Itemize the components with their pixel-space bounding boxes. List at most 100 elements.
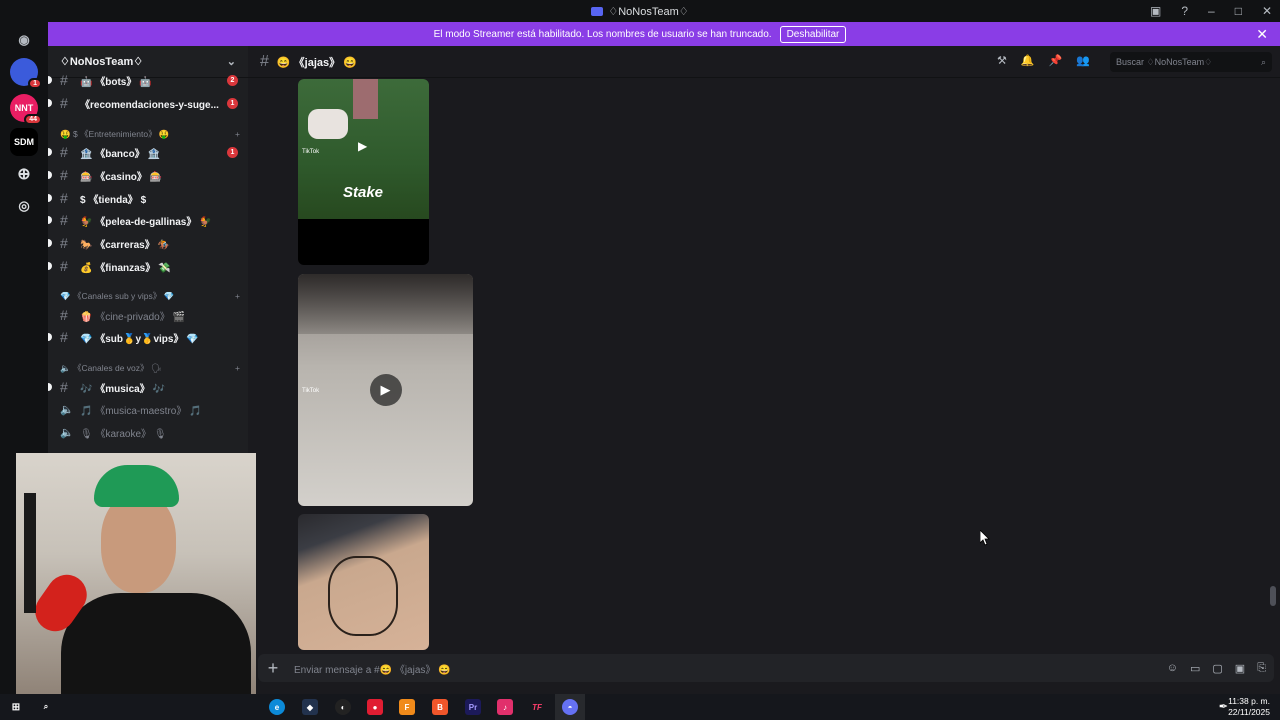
search-icon: ⌕ [1260, 56, 1266, 67]
premiere-icon[interactable]: Pr [465, 699, 481, 715]
channel-item[interactable]: # 🐓 《pelea-de-gallinas》 🐓 [48, 210, 248, 230]
streamer-shirt [61, 593, 251, 706]
channel-item[interactable]: # 💎 《sub🥇y🥇vips》 💎 [48, 327, 248, 347]
mouse-cursor [980, 530, 990, 546]
brave-icon[interactable]: B [432, 699, 448, 715]
unread-dot [48, 239, 52, 247]
fl-studio-icon[interactable]: F [399, 699, 415, 715]
tattoo-drawing [328, 556, 398, 636]
chevron-down-icon: ⌄ [226, 56, 236, 68]
hash-icon: # [60, 258, 68, 274]
disable-button[interactable]: Deshabilitar [779, 25, 847, 43]
discord-home-icon[interactable]: ◉ [10, 26, 38, 54]
image-icon[interactable]: ▣ [1235, 662, 1245, 675]
gif-icon[interactable]: ▭ [1190, 662, 1200, 675]
pin-icon[interactable]: 📌 [1049, 54, 1063, 67]
composer-toolbar: ☺ ▭ ▢ ▣ ⎘ [1167, 662, 1266, 675]
mic-arm [24, 493, 36, 613]
windows-start-icon[interactable]: ⊞ [8, 699, 24, 715]
maximize-button[interactable]: □ [1235, 4, 1242, 18]
server-badge: 44 [24, 114, 42, 125]
minimize-button[interactable]: – [1208, 4, 1215, 18]
server-icon-1[interactable]: 1 [10, 58, 42, 89]
channel-item[interactable]: # $ 《tienda》 $ [48, 188, 248, 208]
channel-item[interactable]: # 🏦 《banco》 🏦 1 [48, 142, 248, 162]
crowd-figures [298, 274, 473, 334]
hash-icon: # [60, 95, 68, 111]
app-icon-red[interactable]: ● [367, 699, 383, 715]
hash-icon: # [260, 52, 269, 70]
channel-item[interactable]: # 💰 《finanzas》 💸 [48, 256, 248, 276]
server-icon-3[interactable]: SDM [10, 128, 38, 156]
explore-icon[interactable]: ◎ [10, 192, 38, 220]
threads-icon[interactable]: ⚒ [997, 54, 1007, 67]
close-icon[interactable]: ✕ [1256, 26, 1268, 43]
tf-icon[interactable]: TF [529, 699, 545, 715]
search-icon[interactable]: ⌕ [38, 699, 54, 715]
tiktok-icon[interactable]: ♪ [497, 699, 513, 715]
streamer-face [101, 493, 176, 593]
image-attachment[interactable] [298, 514, 429, 650]
person-figure [308, 109, 348, 139]
window-title: ♢NoNosTeam♢ [591, 5, 689, 18]
help-icon[interactable]: ? [1181, 4, 1188, 18]
hash-icon: # [60, 144, 68, 160]
voice-channel-item[interactable]: 🔈 🎵 《musica-maestro》 🎵 [48, 399, 248, 419]
tiktok-label: TikTok [302, 149, 320, 155]
stake-logo: Stake [343, 184, 384, 201]
add-server-icon[interactable]: ⊕ [10, 160, 38, 188]
speaker-icon: 🔈 [60, 403, 74, 416]
channel-item[interactable]: # 🍿 《cine-privado》 🎬 [48, 305, 248, 325]
add-channel-icon[interactable]: + [235, 129, 240, 139]
hash-icon: # [60, 329, 68, 345]
channel-item[interactable]: # 《recomendaciones-y-suge... 1 [48, 93, 248, 113]
green-cap [94, 465, 179, 507]
add-attachment-icon[interactable]: + [258, 658, 288, 679]
search-input[interactable]: Buscar ♢NoNosTeam♢ ⌕ [1110, 52, 1272, 72]
unread-dot [48, 148, 52, 156]
window-controls: ▣ ? – □ ✕ [1150, 0, 1272, 22]
taskbar: ⊞ ⌕ e ◆ ◐ ● F B Pr ♪ TF ◓ ✒ 11:38 p. m. … [0, 694, 1280, 720]
mention-badge: 1 [227, 146, 238, 158]
message-input[interactable]: Enviar mensaje a #😄 《jajas》 😄 [294, 661, 451, 676]
channel-item[interactable]: # 🤖 《bots》 🤖 2 [48, 70, 248, 90]
system-clock[interactable]: 11:38 p. m. 22/11/2025 [1228, 696, 1270, 718]
speaker-icon: 🔈 [60, 426, 74, 439]
obs-icon[interactable]: ◐ [335, 699, 351, 715]
unread-dot [48, 194, 52, 202]
webcam-overlay [16, 453, 256, 706]
channel-item[interactable]: # 🎰 《casino》 🎰 [48, 165, 248, 185]
unread-dot [48, 76, 52, 84]
pen-icon[interactable]: ✒ [1219, 700, 1228, 713]
screen-share-icon[interactable]: ▣ [1150, 4, 1161, 18]
channel-item[interactable]: # 🐎 《carreras》 🏇 [48, 233, 248, 253]
server-icon-2[interactable]: NNT 44 [10, 94, 42, 125]
add-channel-icon[interactable]: + [235, 291, 240, 301]
hash-icon: # [60, 307, 68, 323]
channel-item[interactable]: # 🎶 《musica》 🎶 [48, 377, 248, 397]
members-icon[interactable]: 👥 [1076, 54, 1090, 67]
add-channel-icon[interactable]: + [235, 363, 240, 373]
mention-badge: 2 [227, 74, 238, 86]
edge-icon[interactable]: e [269, 699, 285, 715]
unread-dot [48, 216, 52, 224]
category-header[interactable]: 🤑 $ 《Entretenimiento》 🤑 + [60, 127, 240, 141]
close-window-button[interactable]: ✕ [1262, 4, 1272, 18]
scrollbar[interactable] [1270, 586, 1276, 606]
voice-channel-item[interactable]: 🔈 🎙 《karaoke》 🎙 [48, 422, 248, 442]
category-header[interactable]: 💎 《Canales sub y vips》 💎 + [60, 289, 240, 303]
streamer-mode-banner: El modo Streamer está habilitado. Los no… [0, 22, 1280, 46]
banner-text: El modo Streamer está habilitado. Los no… [433, 28, 772, 40]
sticker-icon[interactable]: ▢ [1212, 662, 1222, 675]
message-composer[interactable]: + Enviar mensaje a #😄 《jajas》 😄 ☺ ▭ ▢ ▣ … [258, 654, 1274, 682]
gift-icon[interactable]: ⎘ [1257, 662, 1266, 675]
bell-icon[interactable]: 🔔 [1021, 54, 1035, 67]
category-header[interactable]: 🔈 《Canales de voz》 🗣 + [60, 361, 240, 375]
davinci-icon[interactable]: ◆ [302, 699, 318, 715]
emoji-icon[interactable]: ☺ [1167, 662, 1178, 675]
play-icon[interactable]: ▶ [369, 374, 402, 406]
video-attachment[interactable]: TikTok ▶ [298, 274, 473, 506]
hash-icon: # [60, 379, 68, 395]
tiktok-label: TikTok [302, 388, 320, 394]
video-attachment[interactable]: TikTok ▶ Stake [298, 79, 429, 265]
